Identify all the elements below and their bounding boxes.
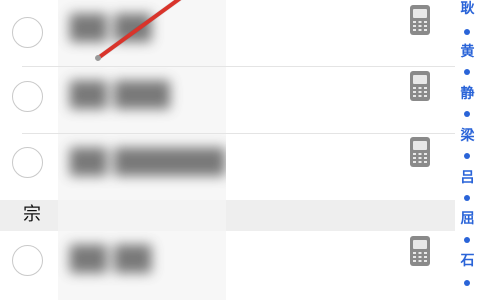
index-letter[interactable]: 石 [455, 253, 480, 269]
dot-icon [464, 69, 470, 75]
contact-name-area: ██ ███ [58, 67, 226, 133]
index-letter[interactable]: 黄 [455, 44, 480, 60]
mobile-phone-icon[interactable] [408, 4, 432, 36]
dot-icon [464, 195, 470, 201]
contact-name-area: ██ ██████ [58, 134, 226, 200]
index-letter[interactable]: 梁 [455, 128, 480, 144]
dot-icon [464, 153, 470, 159]
dot-icon [464, 111, 470, 117]
index-letter[interactable]: 静 [455, 86, 480, 102]
select-radio[interactable] [12, 147, 43, 178]
section-header-mask [58, 200, 226, 231]
mobile-phone-icon[interactable] [408, 136, 432, 168]
index-bar[interactable]: 耿 黄 静 梁 吕 屈 石 [455, 0, 480, 300]
contact-row[interactable]: ██ ██ [0, 0, 455, 66]
contact-row[interactable]: ██ ███ [0, 67, 455, 133]
index-letter[interactable]: 屈 [455, 211, 480, 227]
contact-list[interactable]: ██ ██ ██ ███ ██ ██████ 宗 ██ ██ [0, 0, 455, 300]
select-radio[interactable] [12, 245, 43, 276]
dot-icon [464, 29, 470, 35]
contact-name: ██ ███ [70, 81, 170, 109]
index-letter[interactable]: 吕 [455, 170, 480, 186]
contact-name-area: ██ ██ [58, 0, 226, 66]
contact-name: ██ ██████ [70, 148, 226, 176]
contact-row[interactable]: ██ ██████ [0, 134, 455, 200]
index-letter[interactable]: 耿 [455, 1, 480, 17]
select-radio[interactable] [12, 81, 43, 112]
section-header-letter: 宗 [23, 204, 41, 225]
dot-icon [464, 280, 470, 286]
contact-name: ██ ██ [70, 245, 152, 273]
contact-name-area: ██ ██ [58, 231, 226, 300]
mobile-phone-icon[interactable] [408, 235, 432, 267]
mobile-phone-icon[interactable] [408, 70, 432, 102]
select-radio[interactable] [12, 17, 43, 48]
contact-row[interactable]: ██ ██ [0, 231, 455, 300]
section-header: 宗 [0, 200, 455, 231]
dot-icon [464, 237, 470, 243]
